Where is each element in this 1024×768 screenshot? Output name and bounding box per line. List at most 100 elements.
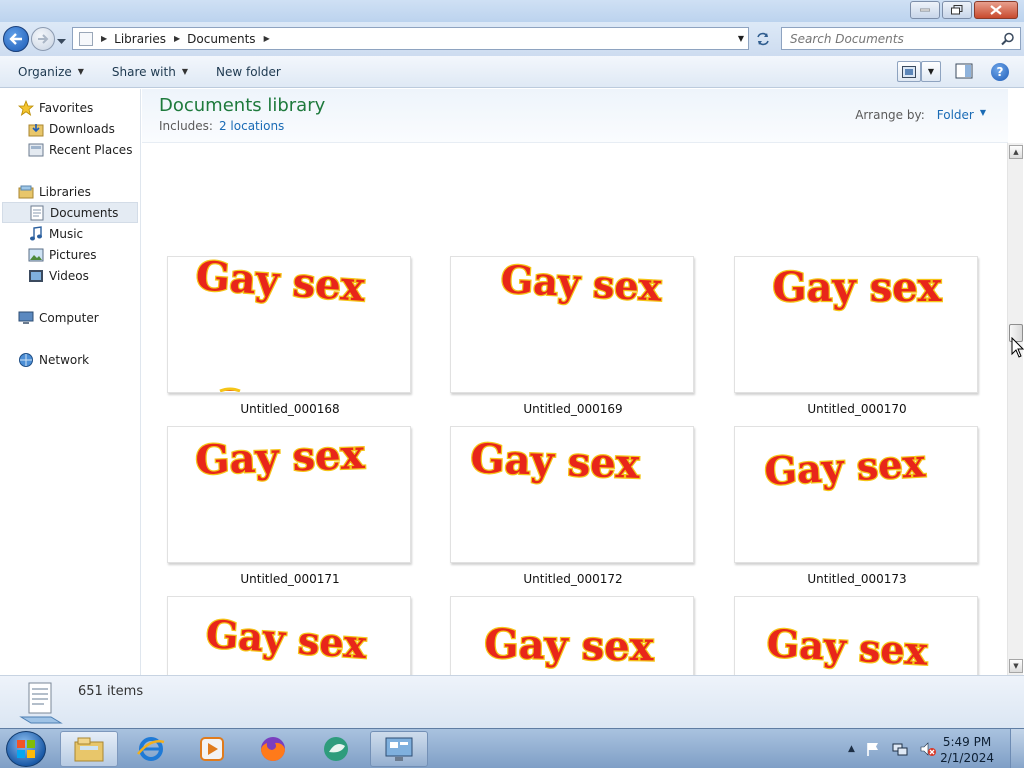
nav-documents[interactable]: Documents (2, 202, 138, 223)
star-icon (18, 99, 34, 116)
file-name: Untitled_000171 (240, 572, 340, 586)
taskbar-app[interactable] (307, 731, 365, 767)
file-item[interactable]: Gay sex Untitled_000172 (450, 426, 696, 586)
recent-pages-dropdown[interactable] (57, 34, 66, 48)
vertical-scrollbar[interactable]: ▲ ▼ (1007, 143, 1023, 675)
action-center-flag-icon[interactable] (865, 741, 881, 757)
internet-explorer-icon (137, 737, 165, 761)
thumbnail-text: Gay sex (484, 621, 655, 671)
address-bar[interactable]: ▶ Libraries ▶ Documents ▶ ▼ (72, 27, 749, 50)
scroll-down-button[interactable]: ▼ (1009, 659, 1023, 673)
mouse-cursor-icon (1011, 337, 1024, 358)
nav-label: Documents (50, 205, 119, 220)
includes-label: Includes: (159, 119, 213, 133)
library-header: Documents library Includes: 2 locations A… (142, 89, 1008, 143)
search-input[interactable] (790, 31, 990, 46)
file-thumbnail: Gay sex (450, 426, 694, 563)
start-button[interactable] (6, 731, 46, 767)
clock[interactable]: 5:49 PM 2/1/2024 (940, 734, 994, 766)
file-item[interactable]: Gay sex Untitled_000173 (734, 426, 980, 586)
breadcrumb-arrow-icon[interactable]: ▶ (174, 34, 180, 43)
pictures-icon (28, 247, 44, 263)
clock-time: 5:49 PM (942, 735, 992, 749)
nav-computer[interactable]: Computer (18, 307, 154, 328)
library-title: Documents library (159, 95, 326, 116)
nav-label: Recent Places (49, 142, 133, 157)
firefox-icon (261, 737, 285, 761)
file-item[interactable]: Gay sex Untitled_000168 (167, 256, 413, 416)
restore-button[interactable] (942, 1, 972, 19)
arrange-by-value: Folder (936, 108, 974, 122)
back-button[interactable] (3, 26, 29, 52)
library-includes: Includes: 2 locations (159, 119, 284, 133)
show-desktop-button[interactable] (1010, 729, 1024, 768)
breadcrumb-arrow-icon[interactable]: ▶ (101, 34, 107, 43)
search-icon[interactable] (1001, 32, 1015, 46)
thumbnail-text: Gay sex (470, 435, 642, 488)
change-view-button[interactable] (897, 61, 921, 82)
share-with-menu[interactable]: Share with ▼ (102, 65, 198, 79)
minimize-button[interactable] (910, 1, 940, 19)
scroll-up-button[interactable]: ▲ (1009, 145, 1023, 159)
file-item[interactable]: Gay sex Untitled_000169 (450, 256, 696, 416)
network-status-icon[interactable] (891, 741, 909, 757)
thumbnail-image: Gay sex (765, 619, 931, 675)
restore-icon (951, 5, 963, 15)
file-thumbnail: Gay sex (734, 426, 978, 563)
breadcrumb-documents[interactable]: Documents (187, 32, 255, 46)
organize-label: Organize (18, 64, 72, 79)
preview-pane-icon (955, 63, 973, 79)
refresh-button[interactable] (751, 28, 775, 50)
window-controls (910, 1, 1018, 19)
includes-locations-link[interactable]: 2 locations (219, 119, 284, 133)
taskbar-firefox[interactable] (244, 731, 302, 767)
libraries-icon (18, 184, 34, 200)
new-folder-button[interactable]: New folder (206, 65, 291, 79)
search-box[interactable] (781, 27, 1021, 50)
address-dropdown-icon[interactable]: ▼ (738, 34, 744, 43)
organize-menu[interactable]: Organize ▼ (8, 65, 94, 79)
file-item[interactable]: Gay sex (450, 596, 696, 675)
file-item[interactable]: Gay sex (167, 596, 413, 675)
navigation-bar: ▶ Libraries ▶ Documents ▶ ▼ (0, 22, 1024, 56)
breadcrumb-arrow-icon[interactable]: ▶ (264, 34, 270, 43)
breadcrumb-libraries[interactable]: Libraries (114, 32, 166, 46)
taskbar-media-player[interactable] (183, 731, 241, 767)
file-item[interactable]: Gay sex (734, 596, 980, 675)
taskbar-internet-explorer[interactable] (122, 731, 180, 767)
help-button[interactable]: ? (991, 63, 1009, 81)
chevron-down-icon: ▼ (77, 67, 84, 76)
nav-libraries[interactable]: Libraries (18, 181, 154, 202)
file-thumbnail: Gay sex (167, 256, 411, 393)
forward-arrow-icon (38, 34, 49, 44)
thumbnail-image: Gay sex (483, 619, 657, 671)
nav-label: Downloads (49, 121, 115, 136)
file-name: Untitled_000173 (807, 572, 907, 586)
share-with-label: Share with (111, 64, 176, 79)
file-item[interactable]: Gay sex Untitled_000171 (167, 426, 413, 586)
arrange-by: Arrange by: Folder ▼ (855, 108, 986, 122)
file-name: Untitled_000168 (240, 402, 340, 416)
taskbar-remote-desktop[interactable] (370, 731, 428, 767)
file-thumbnail: Gay sex (450, 256, 694, 393)
forward-button[interactable] (31, 27, 55, 51)
file-item[interactable]: Gay sex Untitled_000170 (734, 256, 980, 416)
close-button[interactable] (974, 1, 1018, 19)
file-thumbnail: Gay sex (734, 256, 978, 393)
taskbar-windows-explorer[interactable] (60, 731, 118, 767)
arrange-by-dropdown[interactable]: Folder ▼ (937, 108, 986, 122)
taskbar: ▲ 5:49 PM 2/1/2024 (0, 728, 1024, 768)
thumbnail-text: Gay sex (766, 620, 929, 673)
music-icon (28, 225, 44, 242)
nav-network[interactable]: Network (18, 349, 154, 370)
preview-pane-button[interactable] (955, 63, 973, 82)
recent-places-icon (28, 142, 44, 158)
view-options-dropdown[interactable]: ▼ (921, 61, 941, 82)
media-player-icon (200, 737, 224, 761)
remote-desktop-icon (385, 737, 413, 761)
show-hidden-icons-button[interactable]: ▲ (848, 744, 855, 754)
nav-favorites[interactable]: Favorites (18, 97, 154, 118)
volume-muted-icon[interactable] (919, 741, 937, 757)
documents-library-icon (19, 682, 63, 724)
arrange-by-label: Arrange by: (855, 108, 925, 122)
